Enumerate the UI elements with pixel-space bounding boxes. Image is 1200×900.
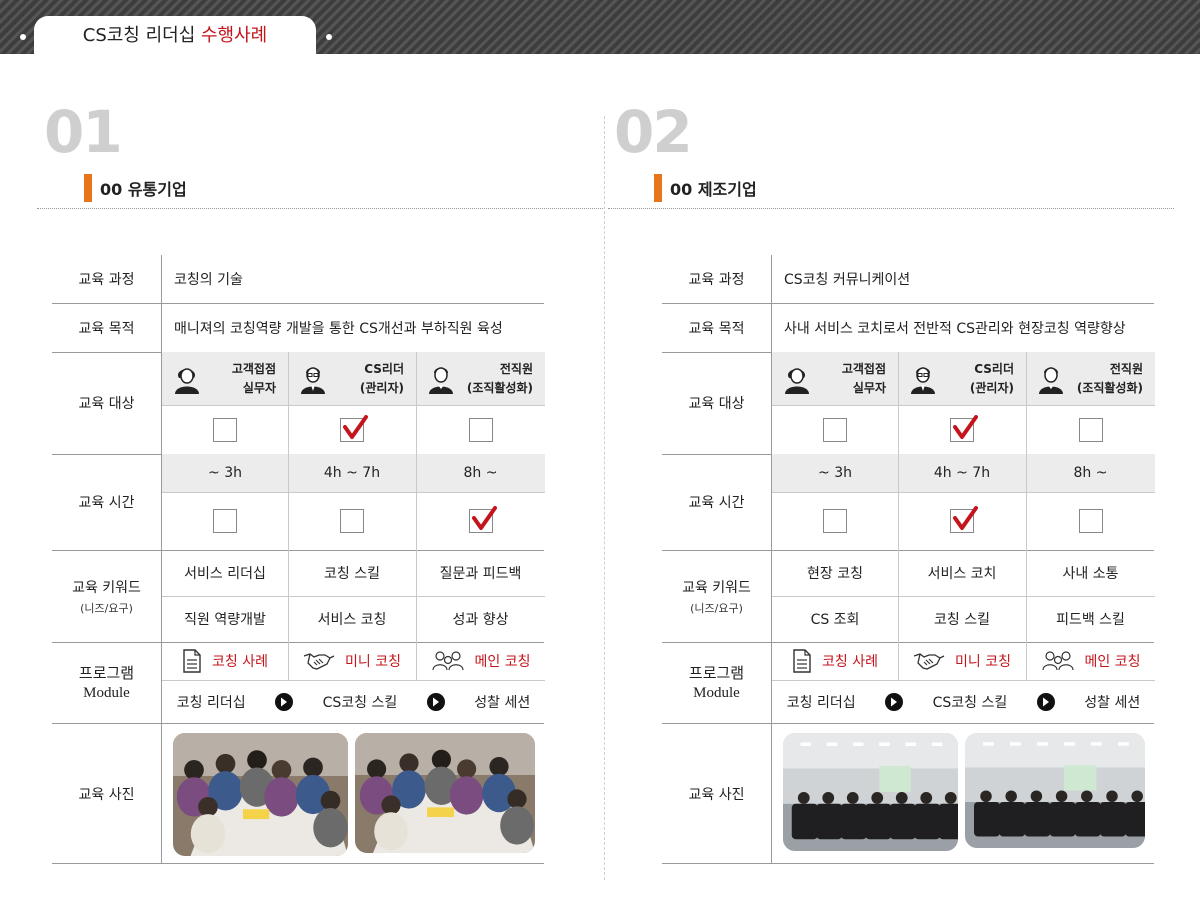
target-option: 고객접점실무자: [772, 352, 898, 405]
person-icon: [910, 364, 936, 394]
target-label-line1: CS리더: [974, 361, 1014, 376]
checkmark-icon: [953, 506, 978, 530]
label-course: 교육 과정: [688, 272, 745, 288]
flow-step: CS코칭 스킬: [932, 694, 1008, 711]
label-time: 교육 시간: [688, 495, 745, 511]
company-heading: 00 제조기업: [654, 174, 757, 204]
purpose-value: 사내 서비스 코치로서 전반적 CS관리와 현장코칭 역량향상: [784, 320, 1126, 337]
person-icon: [1038, 364, 1064, 394]
module-label: 코칭 사례: [822, 654, 878, 670]
module-mini-coaching: 미니 코칭: [898, 642, 1026, 680]
program-title: 프로그램: [688, 663, 745, 682]
program-title-en: Module: [693, 684, 740, 701]
label-keywords: 교육 키워드 (니즈/요구): [662, 550, 771, 642]
row-photos: 교육 사진: [662, 723, 1154, 864]
flow-step: 성찰 세션: [1084, 694, 1141, 711]
arrow-right-circle-icon: [1036, 692, 1055, 711]
keyword-cell: 사내 소통: [1062, 566, 1119, 582]
row-time: 교육 시간 ~ 3h 4h ~ 7h 8h ~: [662, 454, 1155, 550]
target-option: CS리더 (관리자): [898, 352, 1026, 405]
module-flow: 코칭 리더십 CS코칭 스킬 성찰 세션: [772, 680, 1155, 723]
time-option: 8h ~: [1073, 465, 1108, 481]
target-label-line1: 고객접점: [841, 361, 886, 376]
keyword-subtitle: (니즈/요구): [690, 601, 743, 615]
target-option: 전직원 (조직활성화): [1026, 352, 1155, 405]
handshake-icon: [913, 653, 945, 670]
row-keywords: 교육 키워드 (니즈/요구) 현장 코칭 서비스 코치 사내 소통 CS 조회 …: [662, 550, 1155, 642]
course-value: CS코칭 커뮤니케이션: [784, 272, 911, 288]
training-photo: [783, 733, 958, 851]
label-program: 프로그램 Module: [662, 642, 771, 723]
company-name: 00 제조기업: [670, 180, 757, 199]
target-checkbox[interactable]: [1078, 417, 1103, 442]
keyword-cell: 현장 코칭: [807, 566, 863, 582]
keyword-cell: 피드백 스킬: [1056, 612, 1125, 628]
target-label-line2: (조직활성화): [1076, 380, 1143, 395]
case-number: 02: [614, 98, 693, 166]
arrow-right-circle-icon: [885, 692, 904, 711]
target-label-line1: 전직원: [1109, 361, 1143, 376]
section-divider: [608, 208, 1174, 209]
training-photo: [965, 733, 1145, 848]
target-label-line2: (관리자): [969, 380, 1014, 395]
keyword-cell: 코칭 스킬: [934, 612, 990, 628]
time-option: ~ 3h: [818, 465, 852, 481]
module-main-coaching: 메인 코칭: [1026, 642, 1155, 680]
group-people-icon: [1041, 651, 1074, 671]
label-photo: 교육 사진: [688, 786, 745, 803]
person-icon: [784, 364, 810, 394]
row-course: 교육 과정 CS코칭 커뮤니케이션: [662, 255, 1154, 303]
time-checkbox[interactable]: [823, 509, 847, 533]
target-checkbox[interactable]: [823, 417, 847, 442]
keyword-cell: 서비스 코치: [927, 566, 997, 582]
label-target: 교육 대상: [688, 396, 745, 412]
keyword-title: 교육 키워드: [682, 579, 751, 596]
keyword-cell: CS 조회: [810, 612, 860, 628]
document-icon: [793, 649, 811, 673]
time-option: 4h ~ 7h: [933, 465, 991, 481]
module-label: 미니 코칭: [955, 654, 1011, 670]
label-purpose: 교육 목적: [688, 320, 745, 337]
checkmark-icon: [953, 414, 978, 439]
info-table: 교육 과정 CS코칭 커뮤니케이션 교육 목적 사내 서비스 코치로서 전반적 …: [662, 255, 1155, 864]
row-program: 프로그램 Module 코칭 사례 미니 코칭 메인 코칭 코칭 리더십 CS코…: [662, 642, 1155, 723]
flow-step: 코칭 리더십: [786, 694, 856, 711]
module-label: 메인 코칭: [1084, 654, 1141, 670]
time-checkbox[interactable]: [1078, 509, 1103, 533]
case-panel-02: 02 00 제조기업 교육 과정 CS코칭 커뮤니케이션 교육 목적 사내 서비…: [0, 0, 1200, 900]
target-label-line2: 실무자: [852, 380, 886, 395]
module-coaching-case: 코칭 사례: [772, 642, 898, 680]
row-target: 교육 대상 고객접점실무자 CS리더 (관리자) 전직원 (조직활성화): [662, 352, 1155, 454]
orange-bar-marker: [654, 174, 662, 202]
row-purpose: 교육 목적 사내 서비스 코치로서 전반적 CS관리와 현장코칭 역량향상: [662, 303, 1154, 352]
